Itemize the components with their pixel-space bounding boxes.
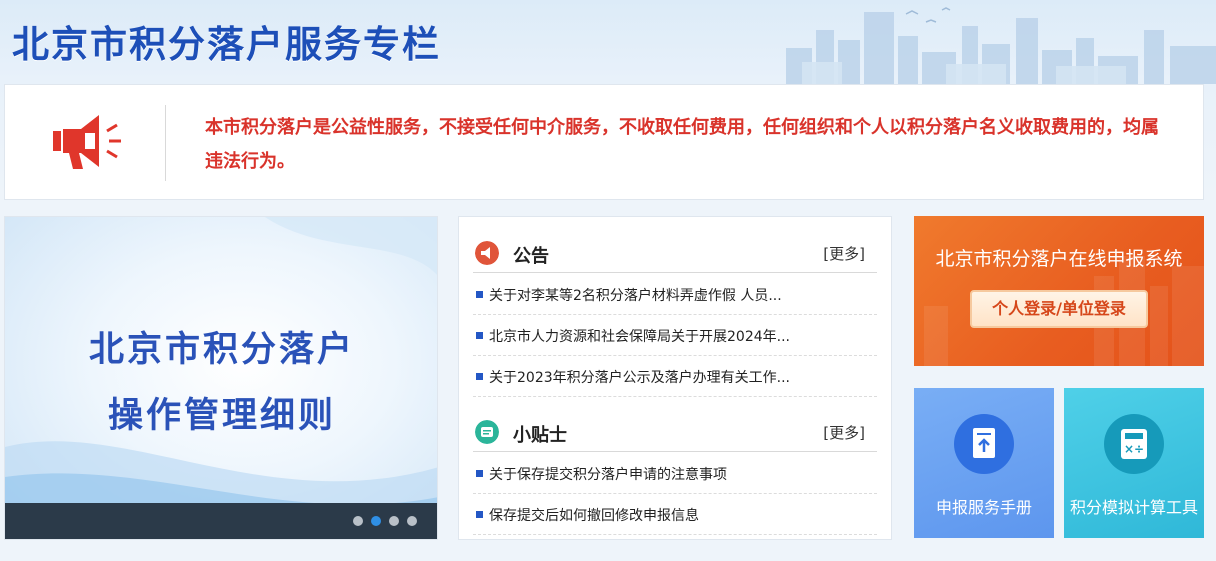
- bullet-square-icon: [476, 291, 483, 298]
- bullet-square-icon: [476, 470, 483, 477]
- carousel-headline-line2: 操作管理细则: [107, 395, 336, 436]
- page-title: 北京市积分落户服务专栏: [12, 23, 441, 66]
- carousel-dot-3[interactable]: [389, 516, 399, 526]
- megaphone-icon: [53, 115, 121, 169]
- announcement-item-1[interactable]: 关于对李某等2名积分落户材料弄虚作假 人员...: [473, 274, 877, 315]
- city-skyline-decoration: [786, 7, 1216, 84]
- document-upload-icon: [954, 414, 1014, 474]
- online-system-title: 北京市积分落户在线申报系统: [935, 248, 1183, 270]
- announcement-icon: [475, 241, 499, 265]
- announcement-item-text: 关于对李某等2名积分落户材料弄虚作假 人员...: [489, 288, 782, 304]
- announcement-item-text: 北京市人力资源和社会保障局关于开展2024年...: [489, 329, 790, 345]
- tip-item-text: 保存提交后如何撤回修改申报信息: [489, 508, 699, 524]
- tips-header: 小贴士 [更多]: [473, 412, 877, 452]
- carousel-pagination: [353, 516, 417, 526]
- login-button[interactable]: 个人登录/单位登录: [970, 290, 1148, 328]
- notice-panel: 本市积分落户是公益性服务，不接受任何中介服务，不收取任何费用，任何组织和个人以积…: [4, 84, 1204, 200]
- score-calculator-label: 积分模拟计算工具: [1069, 498, 1198, 517]
- tips-title: 小贴士: [513, 425, 567, 446]
- online-application-panel: 北京市积分落户在线申报系统 个人登录/单位登录: [914, 216, 1204, 366]
- carousel-caption-bar: [5, 503, 437, 539]
- svg-text:×÷: ×÷: [1124, 442, 1144, 456]
- carousel-dot-4[interactable]: [407, 516, 417, 526]
- carousel-dot-1[interactable]: [353, 516, 363, 526]
- tip-item-2[interactable]: 保存提交后如何撤回修改申报信息: [473, 494, 877, 535]
- calculator-icon: ×÷: [1104, 414, 1164, 474]
- carousel-dot-2[interactable]: [371, 516, 381, 526]
- notice-divider: [165, 105, 166, 181]
- tips-more-link[interactable]: [更多]: [823, 422, 865, 443]
- announcements-title: 公告: [513, 246, 549, 267]
- tip-item-1[interactable]: 关于保存提交积分落户申请的注意事项: [473, 453, 877, 494]
- banner: 北京市积分落户服务专栏: [0, 0, 1216, 84]
- news-panel: 公告 [更多] 关于对李某等2名积分落户材料弄虚作假 人员... 北京市人力资源…: [458, 216, 892, 540]
- announcements-more-link[interactable]: [更多]: [823, 243, 865, 264]
- banner-carousel[interactable]: 北京市积分落户 操作管理细则: [4, 216, 438, 540]
- bullet-square-icon: [476, 511, 483, 518]
- announcement-item-3[interactable]: 关于2023年积分落户公示及落户办理有关工作...: [473, 356, 877, 397]
- tip-item-text: 关于保存提交积分落户申请的注意事项: [489, 467, 727, 483]
- announcement-item-text: 关于2023年积分落户公示及落户办理有关工作...: [489, 370, 790, 386]
- carousel-background: [5, 217, 437, 539]
- tips-icon: [475, 420, 499, 444]
- announcement-item-2[interactable]: 北京市人力资源和社会保障局关于开展2024年...: [473, 315, 877, 356]
- carousel-headline-line1: 北京市积分落户: [88, 329, 355, 370]
- notice-text: 本市积分落户是公益性服务，不接受任何中介服务，不收取任何费用，任何组织和个人以积…: [205, 117, 1159, 172]
- announcements-header: 公告 [更多]: [473, 233, 877, 273]
- service-manual-label: 申报服务手册: [935, 498, 1032, 517]
- service-manual-tile[interactable]: 申报服务手册: [914, 388, 1054, 538]
- score-calculator-tile[interactable]: ×÷ 积分模拟计算工具: [1064, 388, 1204, 538]
- bullet-square-icon: [476, 373, 483, 380]
- bullet-square-icon: [476, 332, 483, 339]
